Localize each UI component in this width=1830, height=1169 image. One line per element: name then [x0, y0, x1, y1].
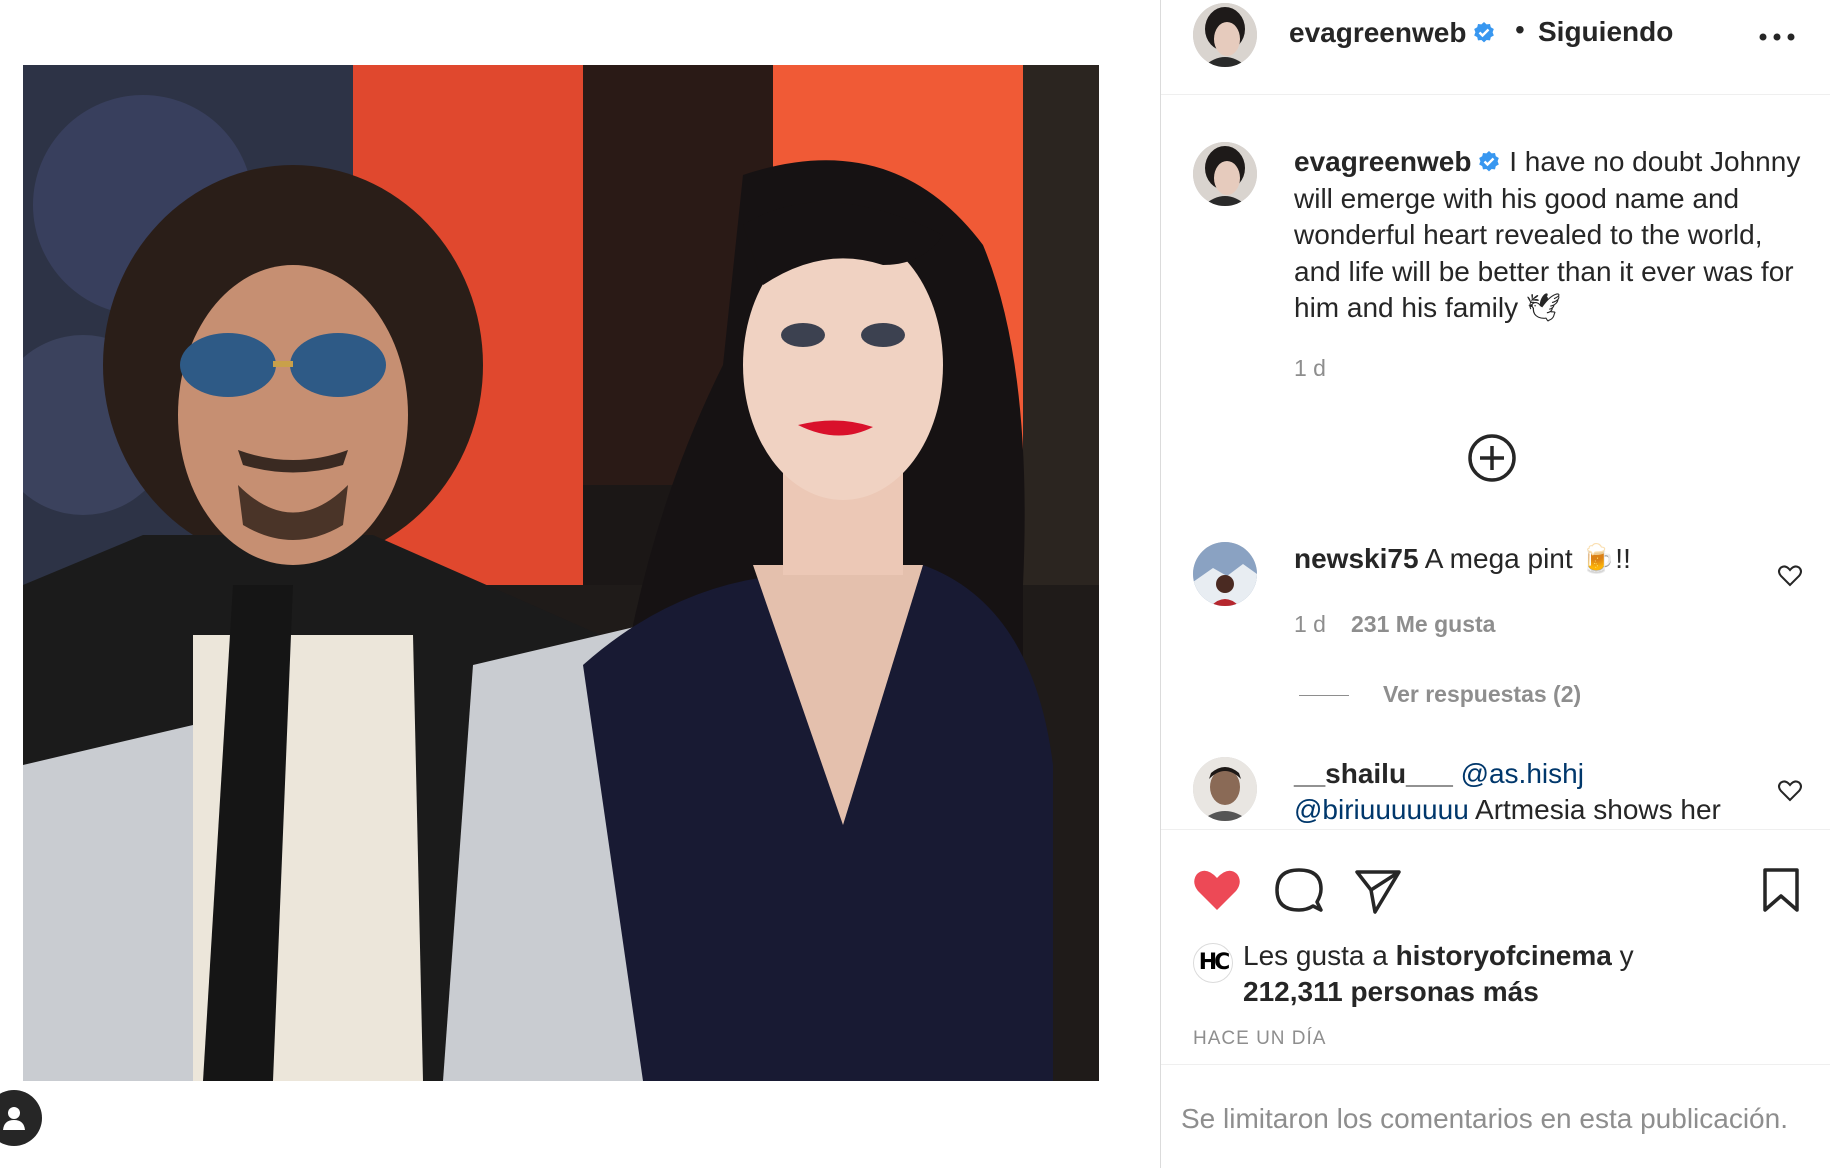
- comment-like-icon[interactable]: [1777, 778, 1803, 804]
- comments-list[interactable]: evagreenweb I have no doubt Johnny will …: [1161, 95, 1830, 828]
- post-caption: evagreenweb I have no doubt Johnny will …: [1294, 144, 1814, 327]
- comment-newski75: newski75 A mega pint 🍺!!: [1294, 541, 1754, 577]
- comment-body: Artmesia shows her: [1475, 794, 1721, 825]
- replies-divider: [1299, 695, 1349, 696]
- author-avatar[interactable]: [1193, 3, 1257, 67]
- post-side-panel: evagreenweb • Siguiendo evagreenweb I ha…: [1160, 0, 1830, 1168]
- more-options-icon[interactable]: [1755, 22, 1799, 52]
- commenter-avatar-image: [1193, 542, 1257, 606]
- comment-body: A mega pint 🍺!!: [1424, 543, 1631, 574]
- comment-icon[interactable]: [1273, 864, 1325, 916]
- caption-author-avatar[interactable]: [1193, 142, 1257, 206]
- comment-username[interactable]: newski75: [1294, 543, 1419, 574]
- comment-timestamp[interactable]: 1 d: [1294, 611, 1326, 638]
- liked-by-conj: y: [1619, 940, 1634, 971]
- post-header: evagreenweb • Siguiendo: [1161, 0, 1830, 95]
- post-media-area: [0, 0, 1160, 1168]
- paper-plane-icon[interactable]: [1351, 864, 1403, 916]
- following-button[interactable]: Siguiendo: [1538, 16, 1673, 48]
- post-photo-illustration: [23, 65, 1099, 1081]
- author-username-text[interactable]: evagreenweb: [1289, 17, 1466, 48]
- heart-filled-icon[interactable]: [1191, 864, 1243, 916]
- caption-timestamp[interactable]: 1 d: [1294, 355, 1326, 382]
- comment-likes-count[interactable]: 231 Me gusta: [1351, 611, 1495, 638]
- comment-shailu: __shailu___ @as.hishj @biriuuuuuuu Artme…: [1294, 756, 1754, 828]
- plus-circle-icon[interactable]: [1466, 432, 1518, 484]
- commenter-avatar-image: [1193, 757, 1257, 821]
- comments-limited-notice: Se limitaron los comentarios en esta pub…: [1181, 1103, 1788, 1134]
- verified-badge-icon: [1474, 22, 1495, 43]
- author-avatar-image: [1193, 3, 1257, 67]
- comment-mention[interactable]: @as.hishj: [1461, 758, 1584, 789]
- bookmark-icon[interactable]: [1755, 864, 1807, 916]
- post-photo[interactable]: [23, 65, 1099, 1081]
- verified-badge-icon: [1479, 151, 1500, 172]
- liked-by-prefix: Les gusta a: [1243, 940, 1388, 971]
- view-replies-button[interactable]: Ver respuestas (2): [1383, 681, 1581, 708]
- commenter-avatar[interactable]: [1193, 542, 1257, 606]
- post-date[interactable]: HACE UN DÍA: [1193, 1028, 1326, 1050]
- comment-username[interactable]: __shailu___: [1294, 758, 1453, 789]
- comment-mention[interactable]: @biriuuuuuuu: [1294, 794, 1469, 825]
- tag-people-button[interactable]: [0, 1090, 42, 1146]
- liked-by-others[interactable]: 212,311 personas más: [1243, 976, 1539, 1007]
- user-tag-icon: [3, 1107, 25, 1130]
- liked-by-summary: Les gusta a historyofcinema y 212,311 pe…: [1243, 938, 1803, 1010]
- comments-footer: Se limitaron los comentarios en esta pub…: [1161, 1064, 1830, 1169]
- author-username[interactable]: evagreenweb: [1289, 17, 1496, 49]
- caption-author-avatar-image: [1193, 142, 1257, 206]
- header-separator-dot: •: [1515, 14, 1525, 45]
- caption-username[interactable]: evagreenweb: [1294, 146, 1471, 177]
- liked-by-avatar[interactable]: HC: [1193, 943, 1233, 983]
- commenter-avatar[interactable]: [1193, 757, 1257, 821]
- post-actions: HC Les gusta a historyofcinema y 212,311…: [1161, 829, 1830, 1065]
- comment-like-icon[interactable]: [1777, 563, 1803, 589]
- liked-by-user[interactable]: historyofcinema: [1396, 940, 1612, 971]
